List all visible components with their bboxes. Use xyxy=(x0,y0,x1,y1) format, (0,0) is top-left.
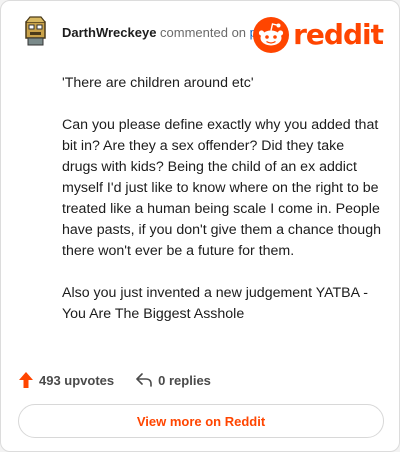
comment-actions: 493 upvotes 0 replies xyxy=(19,369,233,391)
comment-paragraph: Can you please define exactly why you ad… xyxy=(62,117,381,259)
upvote-button[interactable]: 493 upvotes xyxy=(19,372,114,388)
comment-paragraph: Also you just invented a new judgement Y… xyxy=(62,285,368,322)
view-more-button[interactable]: View more on Reddit xyxy=(18,404,384,438)
comment-header: DarthWreckeye commented on post reddit xyxy=(19,15,384,55)
comment-paragraph: 'There are children around etc' xyxy=(62,75,254,91)
reddit-logo[interactable]: reddit xyxy=(253,15,384,55)
upvote-count: 493 upvotes xyxy=(39,372,115,388)
upvote-arrow-icon xyxy=(19,372,33,388)
reddit-snoo-icon xyxy=(253,17,290,53)
comment-meta: DarthWreckeye commented on post xyxy=(62,25,274,40)
commented-on-text: commented on xyxy=(160,25,247,40)
reply-arrow-icon xyxy=(136,373,152,387)
reddit-comment-card: DarthWreckeye commented on post reddit '… xyxy=(0,0,400,452)
user-avatar[interactable] xyxy=(19,15,53,49)
username-link[interactable]: DarthWreckeye xyxy=(62,25,156,40)
reddit-wordmark: reddit xyxy=(293,18,384,51)
reply-count: 0 replies xyxy=(158,372,211,388)
comment-body: 'There are children around etc' Can you … xyxy=(62,73,382,346)
reply-button[interactable]: 0 replies xyxy=(136,373,211,388)
